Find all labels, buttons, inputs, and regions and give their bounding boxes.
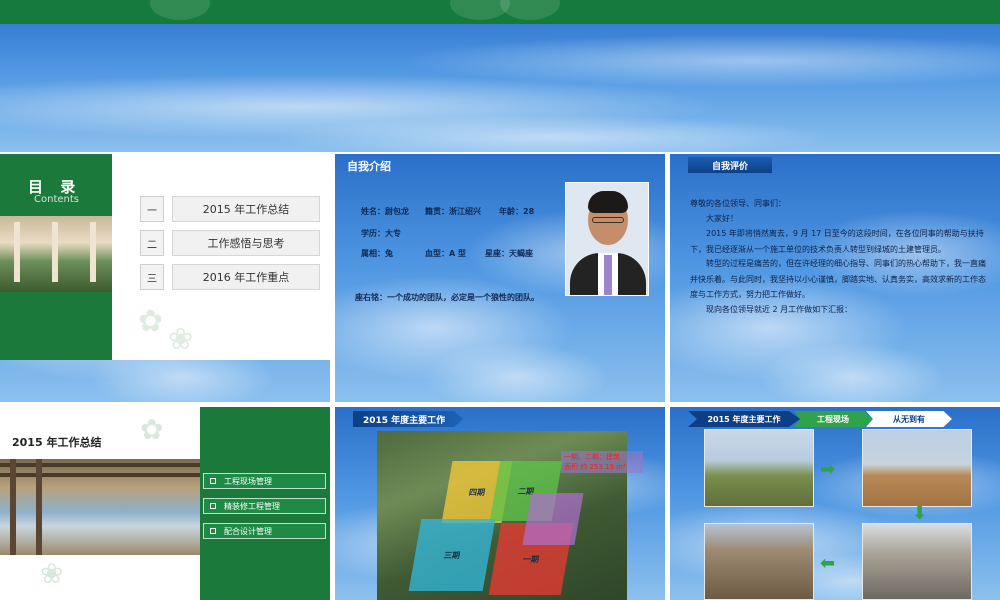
photo-beam [0,463,200,467]
slide-sky-strip [0,360,330,402]
contents-number: 二 [140,230,164,256]
contents-item[interactable]: 工作感悟与思考 [172,230,320,256]
contents-subtitle: Contents [34,194,79,205]
leaf-decoration [150,0,210,20]
hello-text: 大家好！ [706,214,738,223]
site-photo-before [704,429,814,507]
portrait-glasses [592,217,624,223]
step-chevron: 工程现场 [794,411,872,427]
origin-field: 籍贯：浙江绍兴 [425,207,481,216]
slide-title: 自我介绍 [347,160,391,173]
motto-text: 座右铭：一个成功的团队，必定是一个狼性的团队。 [355,293,539,302]
zodiac-field: 属相：兔 [361,249,393,258]
menu-item-label: 精装修工程管理 [224,501,280,511]
step-chevron: 2015 年度主要工作 [688,411,800,427]
menu-item-label: 配合设计管理 [224,526,272,536]
zone-phase-3: 三期 [408,519,496,591]
green-panel: 目 录 Contents [0,154,112,360]
site-photo-rebar [704,523,814,600]
down-arrow-icon: ⬇ [912,503,928,524]
greeting-text: 尊敬的各位领导、同事们： [690,199,786,208]
top-green-band [0,0,1000,24]
site-photo-excavation [862,429,972,507]
portrait-hair [588,191,628,213]
slide-thumbnail-self-intro[interactable]: 自我介绍 姓名：尉包龙 籍贯：浙江绍兴 年龄：28 学历：大专 属相：兔 血型：… [335,154,665,402]
checkbox-icon [210,528,216,534]
slide-thumbnail-self-evaluation[interactable]: 自我评价 尊敬的各位领导、同事们： 大家好！ 2015 年即将悄然离去，9 月 … [670,154,1000,402]
menu-item-label: 工程现场管理 [224,476,272,486]
paragraph-1: 2015 年即将悄然离去，9 月 17 日至今的这段时间，在各位同事的帮助与扶持… [690,229,984,254]
photo-post [36,459,42,555]
portrait-tie [604,255,612,295]
menu-item[interactable]: 配合设计管理 [203,523,326,539]
name-field: 姓名：尉包龙 [361,207,409,216]
villa-photo [0,216,112,292]
star-sign-field: 星座：天蝎座 [485,249,533,258]
right-arrow-icon: ➡ [820,459,836,480]
contents-number: 三 [140,264,164,290]
photo-post [10,459,16,555]
blood-type-field: 血型：A 型 [425,249,466,258]
slide-thumbnail-site-progress[interactable]: 2015 年度主要工作 工程现场 从无到有 ➡ ⬇ ⬅ [670,407,1000,600]
callout-line: 面积 约 253.19 m² [564,463,626,471]
education-field: 学历：大专 [361,229,401,238]
slide-thumbnail-2015-summary[interactable]: 2015 年工作总结 ❀ ✿ 工程现场管理 精装修工程管理 配合设计管理 [0,407,330,600]
menu-item[interactable]: 工程现场管理 [203,473,326,489]
flower-decoration: ✿ [140,413,164,446]
menu-item[interactable]: 精装修工程管理 [203,498,326,514]
slide-ribbon: 2015 年度主要工作 [353,411,463,427]
slide-contents-body: 目 录 Contents 一 2015 年工作总结 二 工作感悟与思考 三 20… [0,154,330,360]
photo-pillar [14,222,20,282]
flower-decoration: ❀ [40,557,64,590]
zone-highlight [522,493,584,545]
paragraph-2: 转型的过程是痛苦的，但在许经理的细心指导、同事们的热心帮助下，我一直痛并快乐着。… [690,259,986,299]
contents-item[interactable]: 2016 年工作重点 [172,264,320,290]
flower-decoration: ✿ [138,304,164,339]
slide-thumbnail-contents[interactable]: 目 录 Contents 一 2015 年工作总结 二 工作感悟与思考 三 20… [0,154,330,402]
white-panel: 2015 年工作总结 ❀ ✿ [0,407,200,600]
pergola-photo [0,459,200,555]
checkbox-icon [210,503,216,509]
area-callout: 一期、二期：建筑 面积 约 253.19 m² [561,451,643,473]
callout-line: 一期、二期：建筑 [564,453,620,461]
contents-item[interactable]: 2015 年工作总结 [172,196,320,222]
slide-title: 2015 年工作总结 [12,436,102,449]
left-arrow-icon: ⬅ [820,553,836,574]
flower-decoration: ❀ [168,322,194,357]
contents-number: 一 [140,196,164,222]
checkbox-icon [210,478,216,484]
site-photo-foundation [862,523,972,600]
hero-banner [0,0,1000,152]
photo-pillar [90,222,96,282]
slide-badge: 自我评价 [688,157,772,173]
age-field: 年龄：28 [499,207,535,216]
paragraph-3: 现向各位领导就近 2 月工作做如下汇报： [706,305,853,314]
slide-thumbnail-site-plan[interactable]: 2015 年度主要工作 四期 二期 三期 一期 一期、二期：建筑 面积 约 25… [335,407,665,600]
leaf-decoration [500,0,560,20]
photo-pillar [52,222,58,282]
photo-beam [0,473,200,477]
portrait-photo [565,182,649,296]
step-chevron: 从无到有 [866,411,952,427]
